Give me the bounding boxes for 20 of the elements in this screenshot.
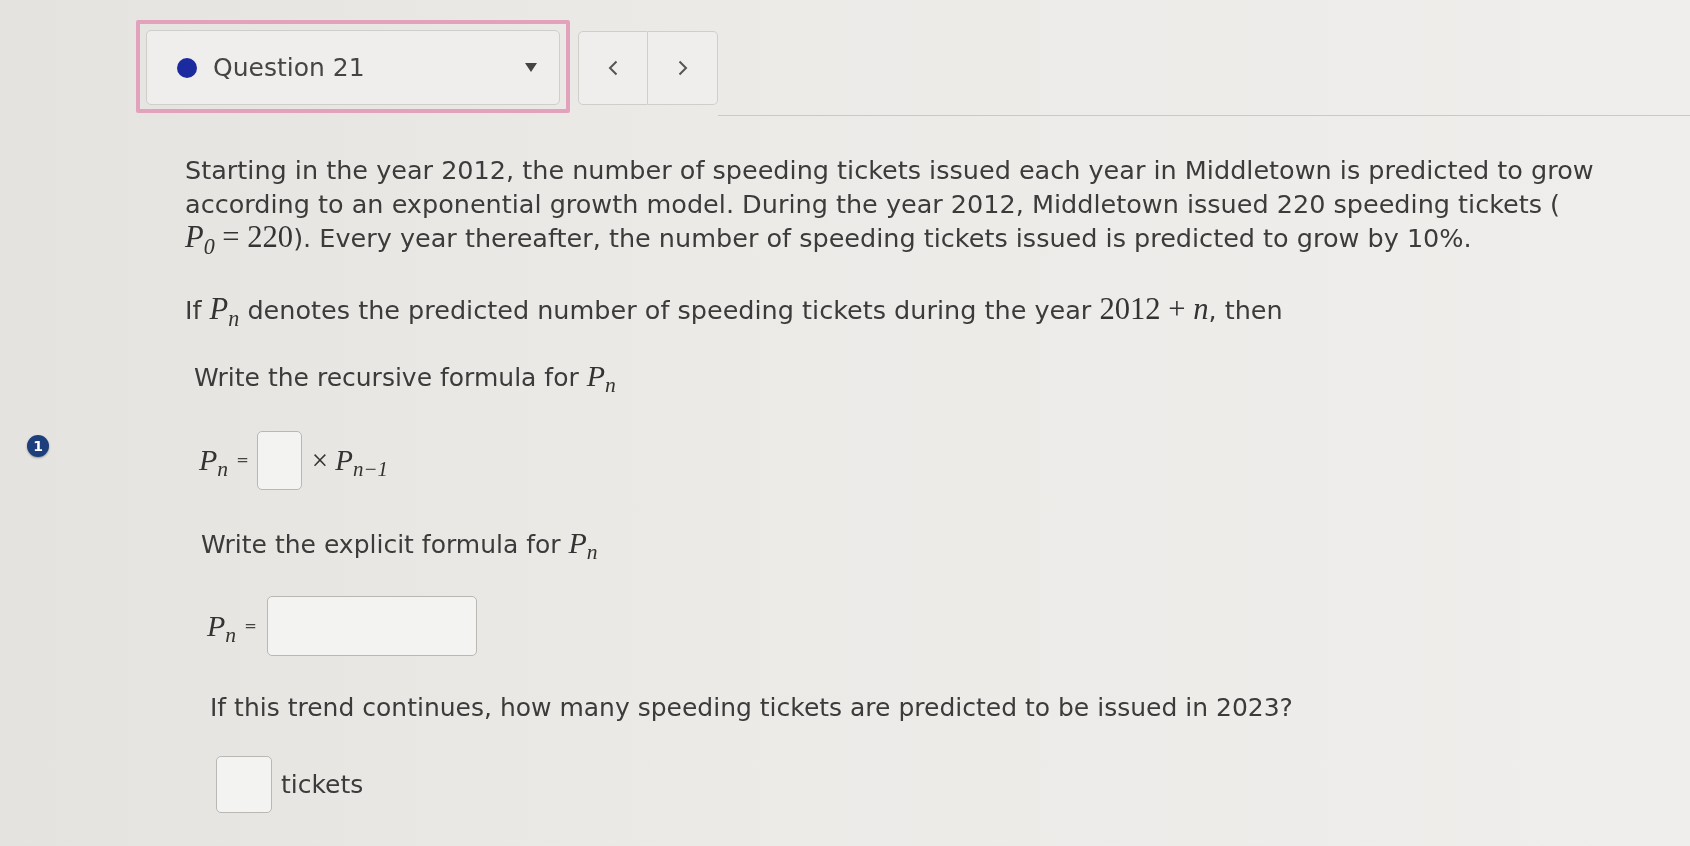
answer-box[interactable]	[216, 755, 272, 813]
answer-box[interactable]	[256, 430, 302, 490]
question-select[interactable]: Question 21	[146, 30, 560, 105]
unit-label: tickets	[281, 769, 364, 799]
definition-sentence: If P$_{n}$ denotes the predicted number of speeding tickets during the year 2012 + n, then	[184, 292, 1284, 327]
forecast-question: If this trend continues, how many speeding tickets are predicted to be issued in 2023?	[209, 692, 1294, 724]
problem-paragraph: Starting in the year 2012, the number of speeding tickets issued each year in Middletown is predicted to grow according to an exponential growth model. During the year 2012, Middletown issued 220 speeding tickets ( P$_{0}$ = 220). Every year thereafter, the number of speeding tickets issued is predicted to grow by 10%.	[184, 154, 1595, 256]
explicit-prompt: Write the explicit formula for P$_{n}$	[200, 525, 599, 561]
recursive-prompt: Write the recursive formula for P$_{n}$	[193, 359, 617, 395]
previous-button[interactable]	[578, 31, 648, 105]
answer-box[interactable]	[266, 596, 477, 656]
caret-down-icon	[525, 63, 537, 72]
status-dot-icon	[177, 57, 197, 78]
equation-label: P$_{n}$ =	[199, 443, 249, 477]
chevron-left-icon	[608, 60, 618, 76]
equation-term: × P$_{n−1}$	[311, 443, 388, 477]
next-button[interactable]	[648, 31, 718, 105]
part-number-badge: 1	[27, 434, 49, 457]
equation-label: P$_{n}$ =	[207, 609, 257, 643]
chevron-right-icon	[677, 60, 688, 76]
